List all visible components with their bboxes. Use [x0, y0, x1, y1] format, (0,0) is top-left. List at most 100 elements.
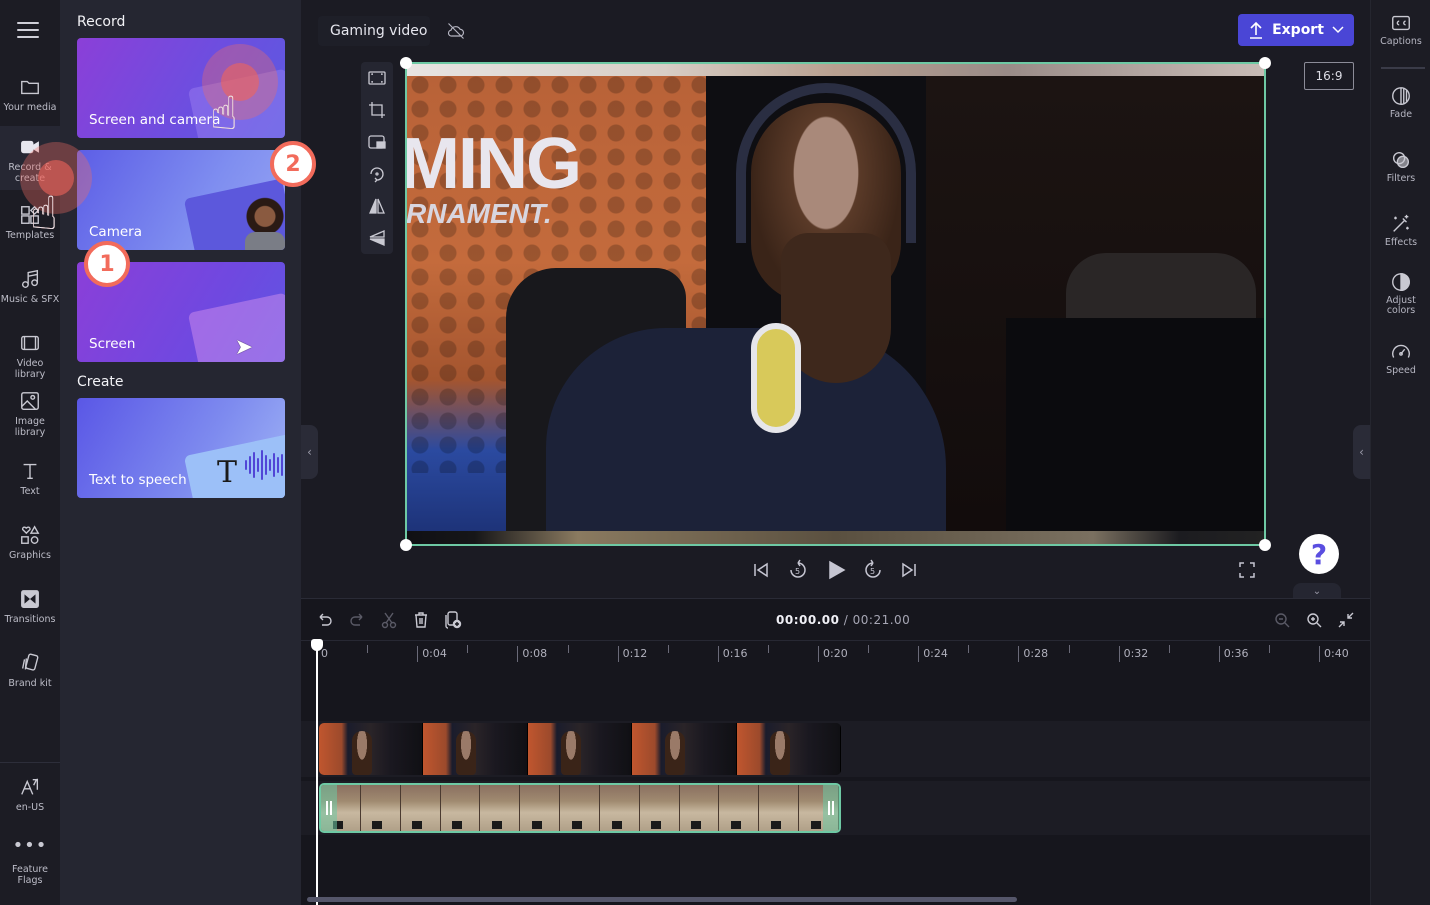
- hamburger-icon[interactable]: [17, 22, 39, 38]
- card-label: Text to speech: [89, 472, 187, 488]
- nav-text[interactable]: Text: [0, 460, 60, 497]
- rail-divider: [1381, 67, 1425, 69]
- clip-thumbnail: [639, 785, 680, 831]
- nav-divider: [0, 762, 60, 763]
- duplicate-icon: [445, 611, 462, 629]
- timeline-ruler[interactable]: 0 0:04 0:08 0:12 0:16 0:20 0:24 0:28 0:32 0:36 0:4…: [301, 641, 1370, 671]
- nav-label: Music & SFX: [0, 294, 60, 305]
- card-screen-and-camera[interactable]: Screen and camera: [77, 38, 285, 138]
- forward-5-button[interactable]: 5: [861, 558, 885, 582]
- card-screen[interactable]: ➤ Screen: [77, 262, 285, 362]
- project-title-input[interactable]: Gaming video: [318, 16, 430, 46]
- nav-label: Text: [20, 486, 40, 497]
- rail-label: Fade: [1389, 109, 1413, 120]
- playhead-handle[interactable]: [311, 639, 323, 651]
- rail-captions[interactable]: Captions: [1371, 12, 1430, 47]
- nav-label: Image library: [14, 416, 46, 438]
- nav-language[interactable]: en-US: [0, 776, 60, 813]
- nav-music-sfx[interactable]: Music & SFX: [0, 268, 60, 305]
- ruler-tick-minor: [1168, 645, 1170, 653]
- clip-thumbnail: [360, 785, 401, 831]
- rail-adjust-colors[interactable]: Adjust colors: [1371, 271, 1430, 316]
- text-icon: [23, 463, 37, 480]
- nav-transitions[interactable]: Transitions: [0, 588, 60, 625]
- undo-button[interactable]: [314, 609, 336, 631]
- crop-button[interactable]: [367, 100, 387, 120]
- nav-your-media[interactable]: Your media: [0, 76, 60, 113]
- nav-graphics[interactable]: Graphics: [0, 524, 60, 561]
- rail-effects[interactable]: Effects: [1371, 213, 1430, 248]
- resize-handle-bottom-left[interactable]: [400, 539, 412, 551]
- brand-kit-icon: [21, 653, 39, 671]
- rail-speed[interactable]: Speed: [1371, 341, 1430, 376]
- export-button[interactable]: Export: [1238, 14, 1354, 46]
- redo-button[interactable]: [346, 609, 368, 631]
- timeline-horizontal-scrollbar[interactable]: [307, 897, 1017, 902]
- flip-horizontal-button[interactable]: [367, 196, 387, 216]
- fit-button[interactable]: [367, 68, 387, 88]
- resize-handle-bottom-right[interactable]: [1259, 539, 1271, 551]
- clip-gameplay-video[interactable]: [319, 783, 841, 833]
- clip-thumbnail: [423, 723, 528, 775]
- nav-feature-flags[interactable]: ••• Feature Flags: [0, 837, 60, 887]
- ruler-tick-label: 0:40: [1319, 646, 1349, 662]
- collapse-panel-button[interactable]: ‹: [301, 425, 318, 479]
- svg-text:5: 5: [795, 567, 800, 576]
- neck-headphones: [751, 323, 801, 433]
- folder-icon: [21, 80, 39, 95]
- picture-in-picture-button[interactable]: [367, 132, 387, 152]
- rewind-icon: 5: [790, 559, 806, 578]
- text-glyph-icon: T: [216, 455, 237, 490]
- fullscreen-button[interactable]: [1235, 558, 1259, 582]
- duplicate-button[interactable]: [442, 609, 464, 631]
- resize-handle-top-left[interactable]: [400, 57, 412, 69]
- nav-label: Graphics: [9, 550, 51, 561]
- preview-toolbar: [361, 62, 393, 254]
- fit-timeline-button[interactable]: [1335, 609, 1357, 631]
- skip-to-start-button[interactable]: [749, 558, 773, 582]
- video-preview[interactable]: MING RNAMENT.: [406, 63, 1265, 545]
- card-text-to-speech[interactable]: T Text to speech: [77, 398, 285, 498]
- rail-fade[interactable]: Fade: [1371, 85, 1430, 120]
- ruler-tick-label: 0:16: [717, 646, 748, 662]
- clip-thumbnail: [560, 785, 600, 831]
- nav-templates[interactable]: Templates: [0, 204, 60, 241]
- rail-label: Adjust colors: [1386, 295, 1416, 316]
- trim-handle-left[interactable]: [321, 785, 337, 831]
- card-camera[interactable]: Camera: [77, 150, 285, 250]
- timeline-toolbar: 00:00.00 / 00:21.00: [301, 599, 1370, 641]
- help-button[interactable]: ?: [1299, 534, 1339, 574]
- zoom-in-icon: [1307, 613, 1322, 628]
- clip-webcam-video[interactable]: [319, 723, 841, 775]
- nav-video-library[interactable]: Video library: [0, 332, 60, 380]
- nav-label: Video library: [14, 358, 46, 380]
- record-section-title: Record: [77, 14, 126, 30]
- rewind-5-button[interactable]: 5: [786, 558, 810, 582]
- play-button[interactable]: [824, 558, 848, 582]
- collapse-properties-button[interactable]: ‹: [1353, 425, 1370, 479]
- rail-filters[interactable]: Filters: [1371, 149, 1430, 184]
- split-button[interactable]: [378, 609, 400, 631]
- rotate-button[interactable]: [367, 164, 387, 184]
- fade-icon: [1392, 87, 1410, 105]
- cloud-sync-status[interactable]: [440, 16, 472, 46]
- banner-text: MING: [406, 124, 582, 204]
- skip-to-end-button[interactable]: [897, 558, 921, 582]
- zoom-out-button[interactable]: [1271, 609, 1293, 631]
- aspect-ratio-button[interactable]: 16:9: [1304, 62, 1354, 90]
- help-collapse-tab[interactable]: ⌄: [1293, 583, 1341, 599]
- speedometer-icon: [1392, 344, 1410, 358]
- banner-subtext: RNAMENT.: [406, 198, 552, 229]
- nav-record-create[interactable]: Record & create: [0, 126, 60, 190]
- card-label: Camera: [89, 224, 142, 240]
- resize-handle-top-right[interactable]: [1259, 57, 1271, 69]
- trim-handle-right[interactable]: [823, 785, 839, 831]
- rail-label: Effects: [1384, 237, 1418, 248]
- nav-image-library[interactable]: Image library: [0, 390, 60, 438]
- language-icon: [21, 778, 39, 795]
- flip-vertical-button[interactable]: [367, 228, 387, 248]
- nav-brand-kit[interactable]: Brand kit: [0, 652, 60, 689]
- delete-button[interactable]: [410, 609, 432, 631]
- zoom-in-button[interactable]: [1303, 609, 1325, 631]
- app-root: Your media Record & create Templates Mus…: [0, 0, 1430, 905]
